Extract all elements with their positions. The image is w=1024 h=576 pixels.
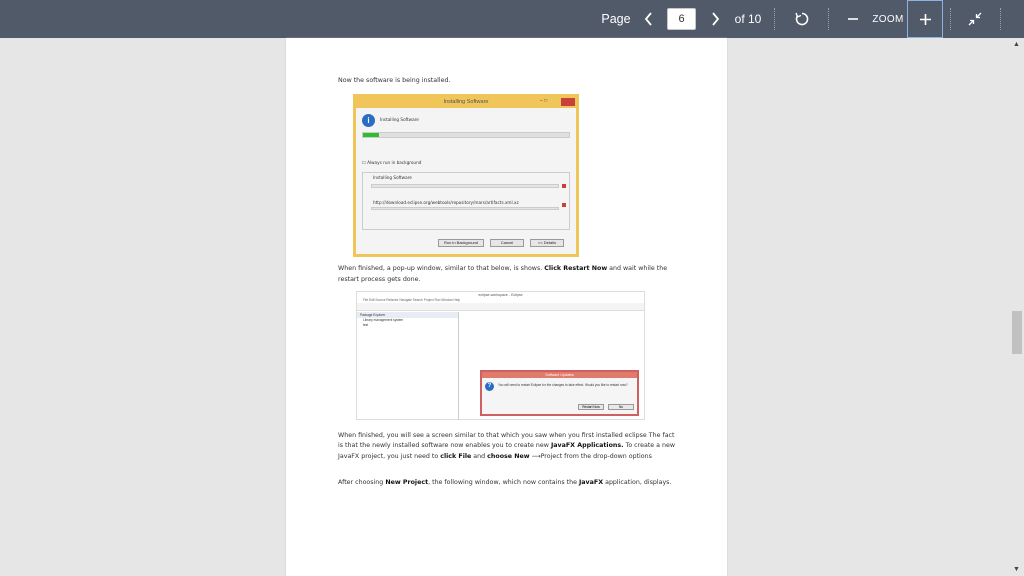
paragraph-restart: When finished, a pop-up window, similar … [338, 265, 668, 283]
page-label: Page [601, 12, 631, 26]
chevron-left-icon [644, 12, 652, 26]
scroll-up-arrow-icon[interactable]: ▲ [1013, 41, 1020, 48]
plus-icon [919, 13, 931, 25]
paragraph-installing: Now the software is being installed. [338, 77, 451, 84]
toolbar-divider [1000, 8, 1001, 30]
toolbar-divider [950, 8, 951, 30]
collapse-button[interactable] [960, 0, 990, 38]
run-in-background-button: Run in Background [438, 239, 484, 247]
software-updates-dialog: Software Updates ? You will need to rest… [480, 370, 639, 416]
sub-progress-bar [371, 207, 559, 210]
toolbar-divider [774, 8, 775, 30]
tree-item: test [363, 323, 369, 327]
updates-dialog-title: Software Updates [482, 372, 637, 378]
zoom-label: ZOOM [872, 13, 904, 25]
details-group: Installing Software http://download.ecli… [362, 172, 570, 230]
updates-dialog-message: You will need to restart Eclipse for the… [498, 383, 628, 387]
close-icon [561, 98, 575, 106]
details-button: << Details [530, 239, 564, 247]
eclipse-toolbar [357, 303, 644, 311]
restart-now-button: Restart Now [578, 404, 604, 410]
installing-software-screenshot: Installing Software – □ i Installing Sof… [353, 94, 579, 257]
install-progress-bar [362, 132, 570, 138]
zoom-out-button[interactable] [842, 0, 864, 38]
rotate-icon [795, 12, 809, 26]
group-label: Installing Software [373, 175, 412, 180]
paragraph-javafx: When finished, you will see a screen sim… [338, 432, 676, 460]
scroll-down-arrow-icon[interactable]: ▼ [1013, 566, 1020, 573]
chevron-right-icon [712, 12, 720, 26]
scroll-thumb[interactable] [1012, 311, 1022, 354]
next-page-button[interactable] [704, 0, 726, 38]
package-explorer: Package Explorer Library management syst… [357, 312, 459, 420]
page-count-label: of 10 [734, 12, 762, 26]
no-button: No [608, 404, 634, 410]
stop-icon [562, 203, 566, 207]
previous-page-button[interactable] [638, 0, 660, 38]
dialog-heading: Installing Software [380, 117, 419, 122]
page-number-input[interactable] [667, 8, 696, 30]
document-page: Now the software is being installed. Ins… [286, 38, 727, 576]
collapse-arrows-icon [968, 12, 982, 26]
window-controls: – □ [540, 98, 548, 104]
question-icon: ? [485, 382, 494, 391]
cancel-button: Cancel [490, 239, 524, 247]
zoom-in-button[interactable] [907, 0, 943, 38]
arrow-icon: ⟶ [529, 452, 541, 460]
artifact-url: http://download.eclipse.org/webtools/rep… [373, 200, 519, 205]
eclipse-workspace-screenshot: eclipse-workspace - Eclipse File Edit So… [356, 291, 645, 420]
minus-icon [848, 18, 858, 20]
checkbox-label: ☐ Always run in background [362, 160, 422, 165]
vertical-scrollbar[interactable]: ▲ ▼ [1010, 38, 1024, 576]
toolbar-divider [828, 8, 829, 30]
sub-progress-bar [371, 184, 559, 188]
viewer-toolbar: Page of 10 ZOOM [0, 0, 1024, 38]
stop-icon [562, 184, 566, 188]
info-icon: i [362, 114, 375, 127]
paragraph-new-project: After choosing New Project, the followin… [338, 479, 672, 486]
rotate-button[interactable] [788, 0, 816, 38]
